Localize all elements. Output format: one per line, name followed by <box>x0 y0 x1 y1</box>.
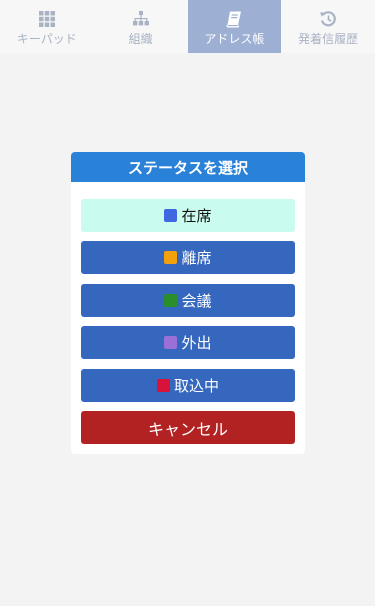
status-color-swatch <box>164 294 178 307</box>
status-button-busy[interactable]: 取込中 <box>81 369 295 402</box>
dialog-title: ステータスを選択 <box>71 152 305 182</box>
keypad-grid-icon <box>38 11 55 27</box>
cancel-button[interactable]: キャンセル <box>81 411 295 444</box>
status-label: 離席 <box>181 249 212 267</box>
status-label: 会議 <box>181 292 212 310</box>
status-button-away[interactable]: 離席 <box>81 241 295 274</box>
tab-keypad[interactable]: キーパッド <box>0 0 94 53</box>
tab-bar: キーパッド 組織 アドレス帳 発着信履歴 <box>0 0 375 53</box>
status-label: 外出 <box>181 334 212 352</box>
status-color-swatch <box>156 379 170 392</box>
tab-label-call-history: 発着信履歴 <box>298 32 359 46</box>
status-color-swatch <box>164 209 178 222</box>
tab-address-book[interactable]: アドレス帳 <box>187 0 282 53</box>
status-button-meeting[interactable]: 会議 <box>81 284 295 317</box>
tab-label-keypad: キーパッド <box>16 32 77 46</box>
org-chart-icon <box>132 11 149 26</box>
status-label: 在席 <box>181 207 212 225</box>
history-icon <box>320 11 336 27</box>
address-book-icon <box>226 11 242 28</box>
tab-label-organization: 組織 <box>128 32 153 46</box>
cancel-label: キャンセル <box>147 419 228 439</box>
tab-call-history[interactable]: 発着信履歴 <box>281 0 375 53</box>
tab-organization[interactable]: 組織 <box>94 0 188 53</box>
status-button-out[interactable]: 外出 <box>81 326 295 359</box>
tab-label-address-book: アドレス帳 <box>204 32 265 46</box>
status-color-swatch <box>164 336 178 349</box>
status-label: 取込中 <box>173 377 219 395</box>
status-select-dialog: ステータスを選択 在席 離席 会議 外出 取込中 キャンセル <box>71 152 305 454</box>
status-button-present[interactable]: 在席 <box>81 199 295 232</box>
status-color-swatch <box>164 251 178 264</box>
